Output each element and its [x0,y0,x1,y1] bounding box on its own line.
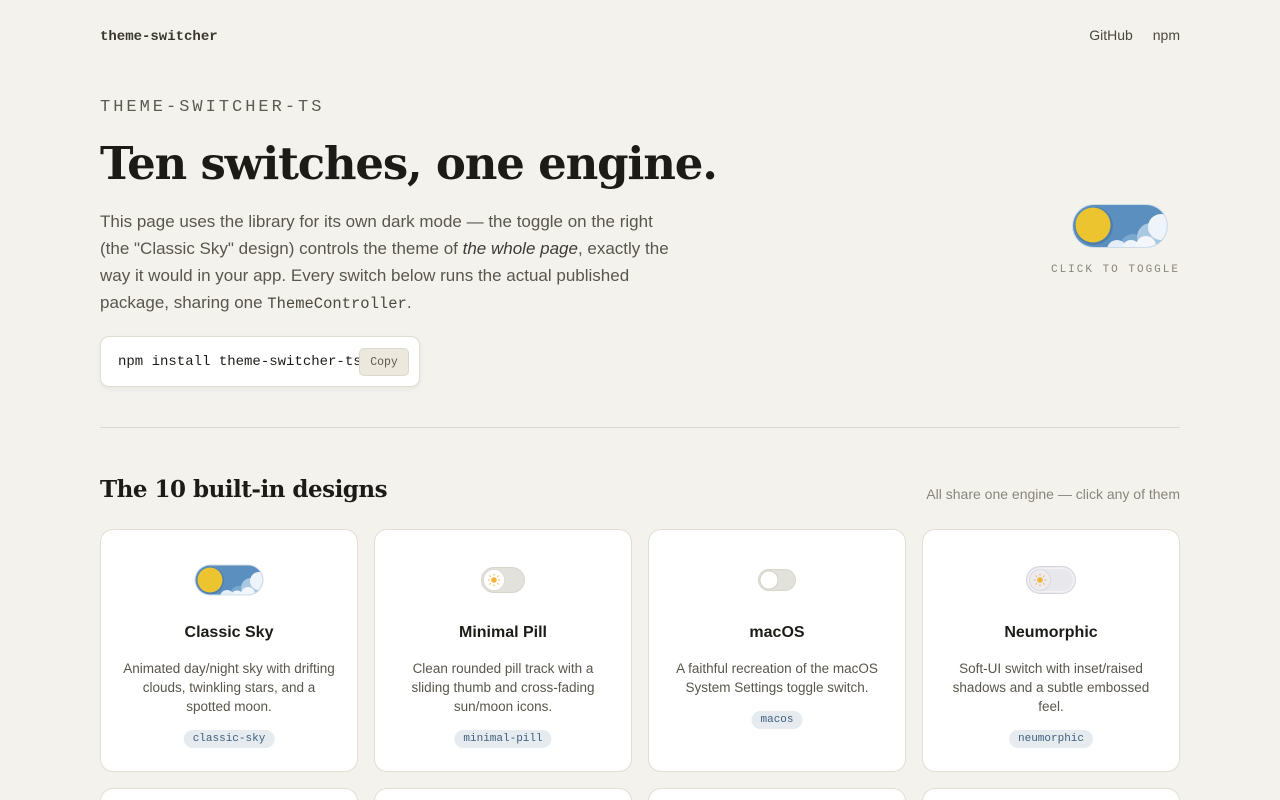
card-description: Animated day/night sky with drifting clo… [123,661,335,714]
card-description: Soft-UI switch with inset/raised shadows… [952,661,1150,714]
hero-toggle-area: CLICK TO TOGGLE [1051,203,1180,283]
nav-link-npm[interactable]: npm [1153,27,1180,43]
package-eyebrow: THEME-SWITCHER-TS [100,98,325,117]
card-description: Clean rounded pill track with a sliding … [411,661,595,714]
design-card-minimal-pill[interactable]: Minimal Pill Clean rounded pill track wi… [374,529,632,772]
card-title: macOS [749,624,805,641]
copy-button[interactable]: Copy [359,348,409,376]
designs-section-title: The 10 built-in designs [100,476,388,503]
design-card-partial[interactable] [648,788,906,800]
card-title: Neumorphic [1004,624,1098,641]
classic-sky-toggle-icon[interactable] [101,564,357,596]
click-to-toggle-label: CLICK TO TOGGLE [1050,264,1180,276]
designs-section-hint: All share one engine — click any of them [926,486,1180,502]
top-nav: GitHub npm [1089,27,1180,43]
design-card-partial[interactable] [374,788,632,800]
minimal-pill-toggle-icon[interactable] [375,564,631,596]
design-card-neumorphic[interactable]: Neumorphic Soft-UI switch with inset/rai… [922,529,1180,772]
card-tag: macos [751,711,803,729]
hero-title: Ten switches, one engine. [100,137,718,190]
design-card-macos[interactable]: macOS A faithful recreation of the macOS… [648,529,906,772]
card-tag: neumorphic [1008,730,1094,748]
macos-toggle-icon[interactable] [649,564,905,596]
section-divider [100,427,1180,428]
install-command-box: npm install theme-switcher-ts Copy [100,336,420,387]
nav-link-github[interactable]: GitHub [1089,27,1133,43]
design-card-partial[interactable] [922,788,1180,800]
card-tag: minimal-pill [454,730,552,748]
hero-description: This page uses the library for its own d… [100,208,680,318]
hero-desc-code: ThemeController [267,295,407,313]
design-card-partial[interactable] [100,788,358,800]
neumorphic-toggle-icon[interactable] [923,564,1179,596]
card-description: A faithful recreation of the macOS Syste… [676,661,878,695]
card-title: Minimal Pill [458,624,547,641]
install-command: npm install theme-switcher-ts [118,354,362,370]
card-tag: classic-sky [183,730,275,748]
hero-desc-emphasis: the whole page [462,239,578,258]
card-title: Classic Sky [184,624,274,641]
hero-desc-end: . [406,293,412,312]
classic-sky-theme-toggle[interactable] [1071,203,1169,249]
design-card-classic-sky[interactable]: Classic Sky Animated day/night sky with … [100,529,358,772]
brand-logo[interactable]: theme-switcher [100,29,218,45]
